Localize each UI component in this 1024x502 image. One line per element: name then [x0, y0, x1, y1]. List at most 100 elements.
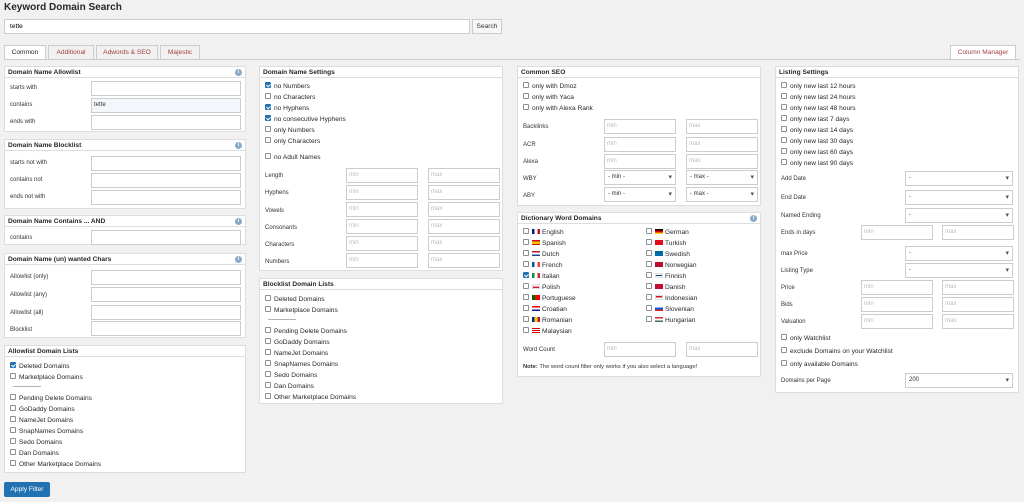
- block-namejet[interactable]: NameJet Domains: [265, 349, 328, 358]
- lang-turkish[interactable]: Turkish: [646, 239, 686, 248]
- acr-min[interactable]: min: [604, 137, 676, 152]
- characters-min[interactable]: min: [346, 236, 418, 251]
- block-pending-delete[interactable]: Pending Delete Domains: [265, 327, 347, 336]
- checkbox[interactable]: [265, 126, 271, 133]
- checkbox[interactable]: [523, 228, 529, 235]
- checkbox[interactable]: [265, 393, 271, 400]
- checkbox[interactable]: [523, 327, 529, 334]
- allow-dan[interactable]: Dan Domains: [10, 449, 59, 458]
- tab-common[interactable]: Common: [4, 45, 46, 60]
- checkbox[interactable]: [646, 305, 652, 312]
- block-snapnames[interactable]: SnapNames Domains: [265, 360, 338, 369]
- contains-input[interactable]: tette: [91, 98, 241, 113]
- checkbox[interactable]: [781, 347, 787, 354]
- no-adult-names-check[interactable]: no Adult Names: [265, 153, 321, 162]
- ends-with-input[interactable]: [91, 115, 241, 130]
- no-numbers-check[interactable]: no Numbers: [265, 82, 310, 91]
- checkbox[interactable]: [265, 360, 271, 367]
- lang-finnish[interactable]: Finnish: [646, 272, 686, 281]
- tab-additional[interactable]: Additional: [48, 45, 94, 60]
- vowels-min[interactable]: min: [346, 202, 418, 217]
- checkbox[interactable]: [523, 283, 529, 290]
- checkbox[interactable]: [781, 104, 787, 111]
- wby-max-select[interactable]: - max -: [686, 170, 758, 185]
- checkbox[interactable]: [265, 349, 271, 356]
- exclude-watchlist-check[interactable]: exclude Domains on your Watchlist: [781, 347, 893, 356]
- domains-per-page-select[interactable]: 200: [905, 373, 1013, 388]
- checkbox-checked[interactable]: [523, 272, 529, 279]
- checkbox-checked[interactable]: [265, 115, 271, 122]
- checkbox[interactable]: [10, 373, 16, 380]
- checkbox[interactable]: [10, 394, 16, 401]
- checkbox[interactable]: [10, 416, 16, 423]
- checkbox[interactable]: [265, 295, 271, 302]
- allow-sedo[interactable]: Sedo Domains: [10, 438, 62, 447]
- checkbox[interactable]: [10, 460, 16, 467]
- numbers-min[interactable]: min: [346, 253, 418, 268]
- checkbox[interactable]: [646, 250, 652, 257]
- block-dan[interactable]: Dan Domains: [265, 382, 314, 391]
- checkbox[interactable]: [265, 338, 271, 345]
- only-watchlist-check[interactable]: only Watchlist: [781, 334, 830, 343]
- max-price-select[interactable]: -: [905, 246, 1013, 261]
- checkbox[interactable]: [781, 159, 787, 166]
- checkbox-checked[interactable]: [10, 362, 16, 369]
- allow-namejet[interactable]: NameJet Domains: [10, 416, 73, 425]
- consonants-max[interactable]: max: [428, 219, 500, 234]
- new-7d[interactable]: only new last 7 days: [781, 115, 849, 124]
- checkbox-checked[interactable]: [265, 104, 271, 111]
- lang-swedish[interactable]: Swedish: [646, 250, 690, 259]
- aby-max-select[interactable]: - max -: [686, 187, 758, 202]
- checkbox[interactable]: [646, 283, 652, 290]
- checkbox[interactable]: [781, 115, 787, 122]
- checkbox-checked[interactable]: [265, 82, 271, 89]
- price-max[interactable]: max: [942, 280, 1014, 295]
- allow-other-marketplace[interactable]: Other Marketplace Domains: [10, 460, 101, 469]
- no-hyphens-check[interactable]: no Hyphens: [265, 104, 309, 113]
- lang-croatian[interactable]: Croatian: [523, 305, 567, 314]
- acr-max[interactable]: max: [686, 137, 758, 152]
- valuation-min[interactable]: min: [861, 314, 933, 329]
- allowlist-all-input[interactable]: [91, 305, 241, 320]
- bids-min[interactable]: min: [861, 297, 933, 312]
- checkbox[interactable]: [781, 137, 787, 144]
- allow-godaddy[interactable]: GoDaddy Domains: [10, 405, 75, 414]
- checkbox[interactable]: [523, 104, 529, 111]
- info-icon[interactable]: i: [235, 69, 242, 76]
- checkbox[interactable]: [523, 261, 529, 268]
- lang-hungarian[interactable]: Hungarian: [646, 316, 695, 325]
- allow-marketplace-domains[interactable]: Marketplace Domains: [10, 373, 83, 382]
- checkbox[interactable]: [10, 427, 16, 434]
- allowlist-any-input[interactable]: [91, 287, 241, 302]
- lang-spanish[interactable]: Spanish: [523, 239, 566, 248]
- checkbox[interactable]: [523, 82, 529, 89]
- checkbox[interactable]: [646, 261, 652, 268]
- lang-english[interactable]: English: [523, 228, 564, 237]
- checkbox[interactable]: [265, 153, 271, 160]
- checkbox[interactable]: [523, 250, 529, 257]
- new-60d[interactable]: only new last 60 days: [781, 148, 853, 157]
- checkbox[interactable]: [646, 272, 652, 279]
- ends-in-days-max[interactable]: max: [942, 225, 1014, 240]
- new-30d[interactable]: only new last 30 days: [781, 137, 853, 146]
- allow-deleted-domains[interactable]: Deleted Domains: [10, 362, 70, 371]
- lang-romanian[interactable]: Romanian: [523, 316, 572, 325]
- numbers-max[interactable]: max: [428, 253, 500, 268]
- only-characters-check[interactable]: only Characters: [265, 137, 320, 146]
- lang-italian[interactable]: Italian: [523, 272, 560, 281]
- word-count-min[interactable]: min: [604, 342, 676, 357]
- consonants-min[interactable]: min: [346, 219, 418, 234]
- starts-with-input[interactable]: [91, 81, 241, 96]
- checkbox[interactable]: [781, 148, 787, 155]
- length-max[interactable]: max: [428, 168, 500, 183]
- backlinks-max[interactable]: max: [686, 119, 758, 134]
- new-14d[interactable]: only new last 14 days: [781, 126, 853, 135]
- alexa-max[interactable]: max: [686, 154, 758, 169]
- lang-norwegian[interactable]: Norwegian: [646, 261, 697, 270]
- checkbox[interactable]: [781, 82, 787, 89]
- tab-majestic[interactable]: Majestic: [160, 45, 200, 60]
- search-button[interactable]: Search: [472, 19, 502, 34]
- checkbox[interactable]: [523, 239, 529, 246]
- ends-not-with-input[interactable]: [91, 190, 241, 205]
- info-icon[interactable]: i: [235, 142, 242, 149]
